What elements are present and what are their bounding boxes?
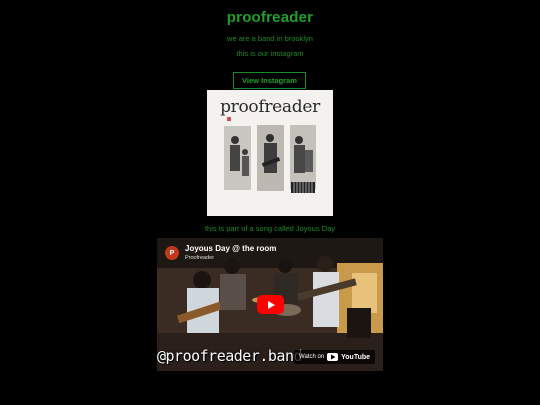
youtube-embed[interactable]: P Joyous Day @ the room Proofreader @pro… — [157, 238, 383, 371]
channel-avatar[interactable]: P — [165, 246, 179, 260]
view-instagram-button[interactable]: View Instagram — [233, 72, 306, 89]
album-cover: proofreader — [207, 90, 333, 216]
song-caption: this is part of a song called Joyous Day — [204, 224, 336, 233]
play-icon — [267, 300, 275, 309]
watch-on-youtube-button[interactable]: Watch on YouTube — [294, 350, 376, 364]
play-button[interactable] — [257, 295, 284, 314]
youtube-logo-icon — [327, 353, 339, 361]
instagram-intro: this is our instagram — [236, 49, 304, 58]
video-channel-name[interactable]: Proofreader — [185, 255, 214, 261]
site-title: proofreader — [226, 9, 314, 26]
youtube-brand-label: YouTube — [341, 353, 371, 361]
band-tagline: we are a band in brooklyn — [227, 34, 313, 43]
watch-on-label: Watch on — [299, 354, 325, 360]
album-cover-title: proofreader — [220, 97, 320, 117]
video-overlay-handle: @proofreader.band — [157, 347, 303, 365]
video-title[interactable]: Joyous Day @ the room — [185, 244, 276, 253]
